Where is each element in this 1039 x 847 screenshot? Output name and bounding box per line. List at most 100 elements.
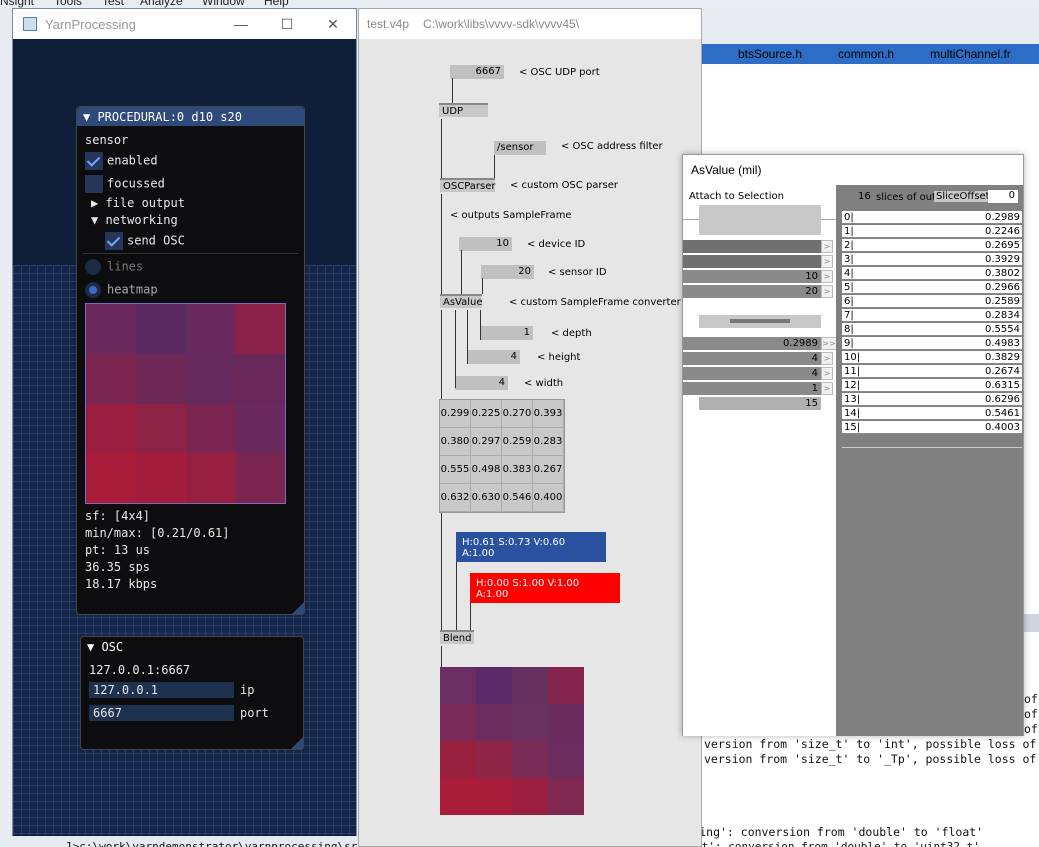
pin[interactable]: 4: [683, 367, 821, 380]
pin-arrow-icon[interactable]: >: [821, 382, 833, 395]
slice-row[interactable]: 3| 0.3929: [842, 253, 1022, 266]
wire: [470, 603, 471, 630]
asvalue-node[interactable]: AsValue: [440, 294, 483, 308]
slice-row[interactable]: 8| 0.5554: [842, 323, 1022, 336]
port-input[interactable]: 6667: [89, 705, 234, 721]
pin-arrow-icon[interactable]: >: [821, 255, 833, 268]
heatmap-radio[interactable]: heatmap: [85, 282, 158, 298]
pin[interactable]: [699, 315, 821, 328]
slice-offset-input[interactable]: 0: [988, 190, 1018, 203]
width-iobox[interactable]: 4: [455, 376, 508, 390]
pin[interactable]: 10: [683, 270, 821, 283]
slice-row[interactable]: 12| 0.6315: [842, 379, 1022, 392]
slice-row[interactable]: 13| 0.6296: [842, 393, 1022, 406]
device-iobox[interactable]: 10: [459, 237, 512, 251]
pin-arrow-icon[interactable]: >: [821, 270, 833, 283]
table-cell: 0.546: [502, 484, 533, 512]
tab-btssource[interactable]: btsSource.h: [738, 47, 802, 61]
slice-row[interactable]: 2| 0.2695: [842, 239, 1022, 252]
pin-arrow-icon[interactable]: >: [821, 240, 833, 253]
osc-header[interactable]: ▼ OSC: [81, 637, 303, 656]
check-icon[interactable]: [105, 232, 123, 250]
sensor-iobox[interactable]: 20: [481, 265, 534, 279]
filter-iobox[interactable]: /sensor: [494, 141, 546, 155]
pin-arrow-icon[interactable]: >: [821, 285, 833, 298]
tab-common[interactable]: common.h: [838, 47, 894, 61]
pin[interactable]: 0.2989: [683, 337, 821, 350]
pin-arrow-icon[interactable]: >: [821, 352, 833, 365]
patch-path: C:\work\libs\vvvv-sdk\vvvv45\: [423, 17, 580, 31]
pin-double-arrow-icon[interactable]: >>: [821, 337, 837, 350]
networking-label: networking: [105, 213, 178, 227]
attach-label[interactable]: Attach to Selection: [689, 191, 784, 202]
slice-row[interactable]: 6| 0.2589: [842, 295, 1022, 308]
resize-grip[interactable]: [292, 602, 304, 614]
depth-iobox[interactable]: 1: [480, 326, 533, 340]
menu-window[interactable]: Window: [202, 0, 245, 8]
radio-icon[interactable]: [85, 259, 101, 275]
slice-row[interactable]: 11| 0.2674: [842, 365, 1022, 378]
slice-value: 0.5461: [985, 408, 1020, 419]
blend-node[interactable]: Blend: [440, 630, 474, 644]
slice-row[interactable]: 4| 0.3802: [842, 267, 1022, 280]
send-osc-checkbox[interactable]: send OSC: [105, 232, 185, 250]
check-icon[interactable]: [85, 152, 103, 170]
heatmap-label: heatmap: [107, 282, 158, 297]
pin[interactable]: 15: [699, 397, 821, 410]
slice-row[interactable]: 5| 0.2966: [842, 281, 1022, 294]
color-iobox-blue[interactable]: H:0.61 S:0.73 V:0.60 A:1.00: [456, 532, 606, 562]
tab-multichannel[interactable]: multiChannel.fr: [930, 47, 1011, 61]
slice-value: 0.6315: [985, 380, 1020, 391]
enabled-checkbox[interactable]: enabled: [85, 152, 158, 170]
vvvv-titlebar[interactable]: test.v4p C:\work\libs\vvvv-sdk\vvvv45\: [359, 9, 701, 39]
resize-grip[interactable]: [291, 737, 303, 749]
slice-row[interactable]: 7| 0.2834: [842, 309, 1022, 322]
checkbox-empty[interactable]: [85, 175, 103, 193]
slice-row[interactable]: 0| 0.2989: [842, 211, 1022, 224]
pin-block[interactable]: [699, 205, 821, 235]
focussed-checkbox[interactable]: focussed: [85, 175, 165, 193]
slice-row[interactable]: 10| 0.3829: [842, 351, 1022, 364]
slice-row[interactable]: 15| 0.4003: [842, 421, 1022, 434]
slice-index: 4|: [844, 268, 854, 279]
slice-row[interactable]: 9| 0.4983: [842, 337, 1022, 350]
slice-index: 9|: [844, 338, 854, 349]
panel-header[interactable]: ▼ PROCEDURAL:0 d10 s20: [77, 107, 304, 126]
pin-arrow-icon[interactable]: >: [821, 367, 833, 380]
pin[interactable]: [683, 255, 821, 268]
pin[interactable]: 4: [683, 352, 821, 365]
file-output-node[interactable]: ▶ file output: [91, 196, 185, 210]
oscparser-node[interactable]: OSCParser: [440, 178, 496, 192]
wire: [441, 646, 442, 667]
height-iobox[interactable]: 4: [467, 350, 520, 364]
udp-node[interactable]: UDP: [439, 103, 488, 117]
networking-node[interactable]: ▼ networking: [91, 213, 178, 227]
pin[interactable]: [683, 240, 821, 253]
pin[interactable]: 1: [683, 382, 821, 395]
slice-row[interactable]: 14| 0.5461: [842, 407, 1022, 420]
menu-test[interactable]: Test: [102, 0, 124, 8]
asvalue-titlebar[interactable]: AsValue (mil): [683, 155, 1023, 185]
port-comment: < OSC UDP port: [519, 67, 600, 78]
heatmap-cell: [235, 304, 285, 354]
lines-radio[interactable]: lines: [85, 259, 143, 275]
ip-input[interactable]: 127.0.0.1: [89, 682, 234, 698]
maximize-icon[interactable]: ☐: [264, 9, 310, 39]
menu-tools[interactable]: Tools: [54, 0, 82, 8]
minimize-icon[interactable]: —: [218, 9, 264, 39]
app-icon: [23, 17, 37, 31]
menu-nsight[interactable]: Nsight: [0, 0, 34, 8]
wire: [441, 513, 442, 630]
color-iobox-red[interactable]: H:0.00 S:1.00 V:1.00 A:1.00: [470, 573, 620, 603]
table-cell: 0.630: [471, 484, 502, 512]
close-icon[interactable]: ✕: [310, 9, 356, 39]
menu-help[interactable]: Help: [264, 0, 289, 8]
slice-row[interactable]: 1| 0.2246: [842, 225, 1022, 238]
pin[interactable]: 20: [683, 285, 821, 298]
port-iobox[interactable]: 6667: [450, 65, 504, 79]
menu-analyze[interactable]: Analyze: [140, 0, 183, 8]
heatmap-cell: [235, 453, 285, 503]
yarn-titlebar[interactable]: YarnProcessing — ☐ ✕: [13, 9, 356, 39]
sampleframe-table[interactable]: 0.299 0.225 0.270 0.393 0.380 0.297 0.259 0.283…: [439, 399, 565, 513]
radio-selected-icon[interactable]: [85, 282, 101, 298]
